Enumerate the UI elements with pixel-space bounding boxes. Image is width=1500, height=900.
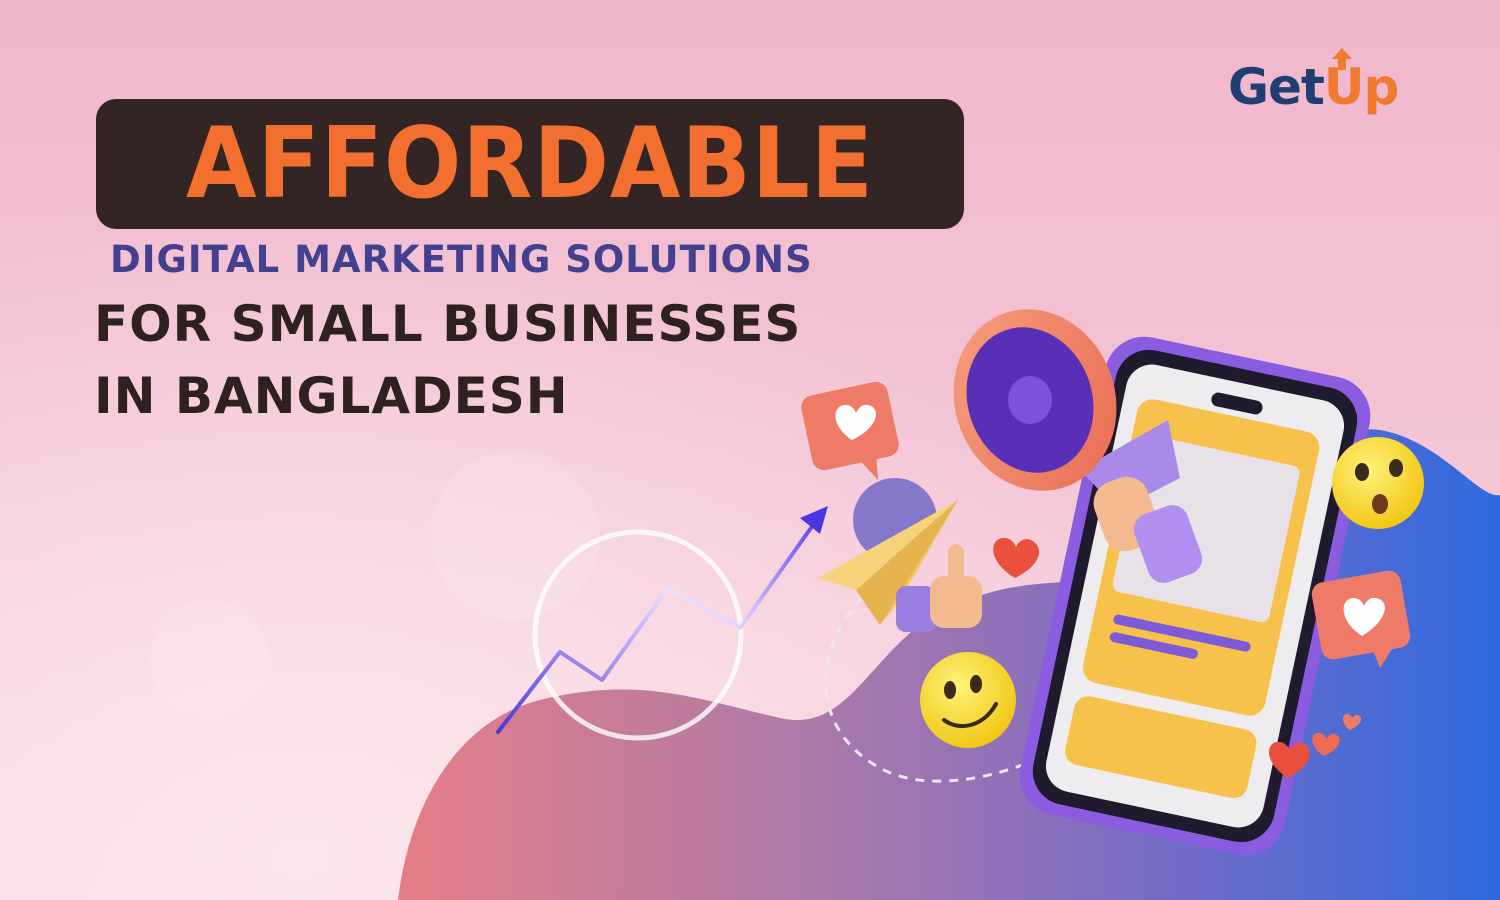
headline-line-2: FOR SMALL BUSINESSES (94, 295, 802, 353)
brand-logo: GetUp (1228, 48, 1399, 128)
headline-line-3: IN BANGLADESH (94, 367, 569, 425)
headline-highlight: AFFORDABLE (185, 107, 874, 221)
surprised-emoji-icon (1332, 437, 1424, 529)
up-arrow-icon (1332, 48, 1352, 70)
smiling-emoji-icon (920, 652, 1016, 748)
headline-line-1: DIGITAL MARKETING SOLUTIONS (110, 238, 813, 281)
heart-icon (993, 537, 1040, 578)
logo-text-part1: Get (1228, 58, 1325, 116)
